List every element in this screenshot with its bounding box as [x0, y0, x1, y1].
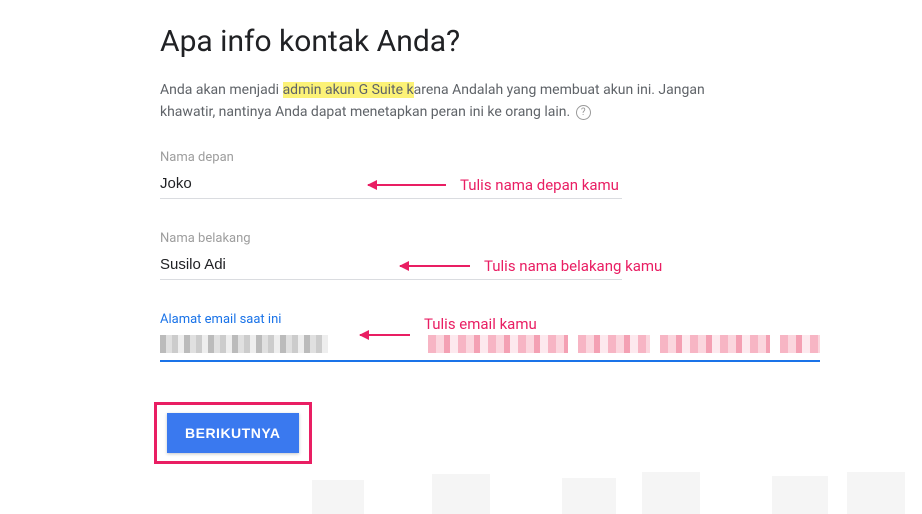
arrow-left-icon	[368, 184, 446, 186]
last-name-annotation-text: Tulis nama belakang kamu	[484, 257, 662, 275]
last-name-group: Nama belakang Tulis nama belakang kamu	[160, 231, 760, 280]
redacted-pink-2	[578, 335, 650, 353]
arrow-left-icon	[400, 265, 470, 267]
decorative-buildings	[302, 464, 922, 514]
redacted-pink-3	[660, 335, 770, 353]
arrow-left-icon	[360, 334, 410, 336]
redacted-gray	[160, 335, 328, 353]
first-name-annotation: Tulis nama depan kamu	[368, 176, 619, 194]
desc-highlight: admin akun G Suite k	[283, 82, 414, 98]
help-icon[interactable]: ?	[576, 105, 591, 120]
email-group: Alamat email saat ini Tulis email kamu	[160, 312, 760, 362]
first-name-group: Nama depan Tulis nama depan kamu	[160, 150, 760, 199]
email-annotation-text: Tulis email kamu	[424, 315, 537, 333]
next-button[interactable]: BERIKUTNYA	[167, 413, 299, 453]
desc-part1: Anda akan menjadi	[160, 82, 283, 98]
first-name-label: Nama depan	[160, 150, 760, 165]
next-button-highlight: BERIKUTNYA	[154, 402, 312, 464]
page-title: Apa info kontak Anda?	[160, 24, 760, 59]
last-name-label: Nama belakang	[160, 231, 760, 246]
redacted-pink-4	[780, 335, 820, 353]
email-annotation: Tulis email kamu	[360, 334, 537, 336]
redacted-pink-1	[428, 335, 568, 353]
first-name-annotation-text: Tulis nama depan kamu	[460, 176, 619, 194]
last-name-annotation: Tulis nama belakang kamu	[400, 257, 662, 275]
intro-description: Anda akan menjadi admin akun G Suite kar…	[160, 79, 760, 124]
